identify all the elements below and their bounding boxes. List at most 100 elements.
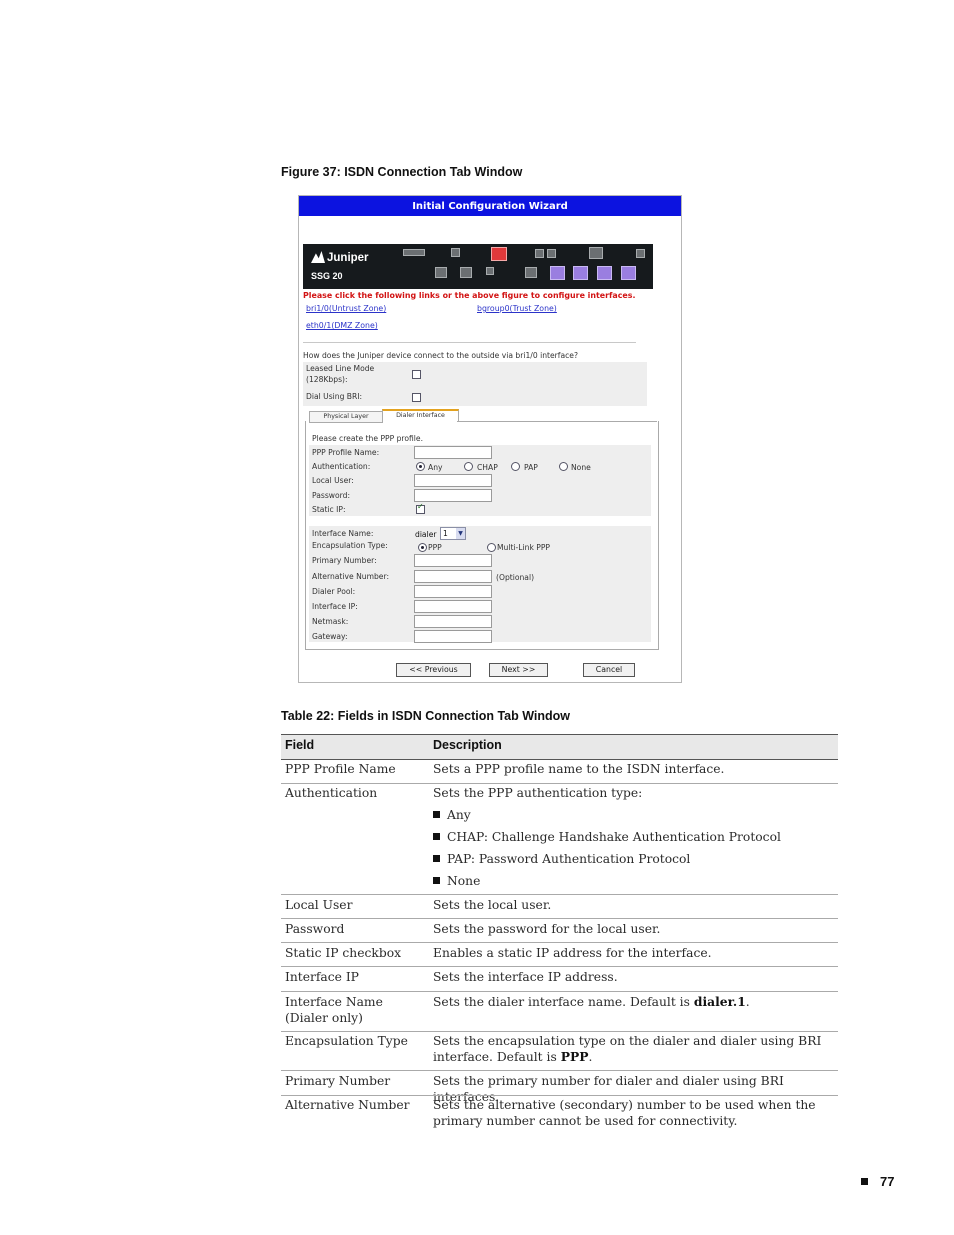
ppp-profile-name-input[interactable] <box>414 446 492 459</box>
wizard-title: Initial Configuration Wizard <box>299 196 681 216</box>
interface-ip-input[interactable] <box>414 600 492 613</box>
cancel-button[interactable]: Cancel <box>583 663 635 677</box>
leased-line-sublabel: (128Kbps): <box>306 375 348 384</box>
header-description: Description <box>433 738 502 752</box>
encap-ppp-radio[interactable] <box>418 543 427 552</box>
auth-none-label: None <box>571 463 591 472</box>
device-panel[interactable]: Juniper SSG 20 <box>303 244 653 289</box>
port-icon[interactable] <box>535 249 544 258</box>
port-icon[interactable] <box>589 247 603 259</box>
port-icon[interactable] <box>460 267 472 278</box>
interface-name-value: 1 <box>443 529 448 538</box>
eth-port-icon[interactable] <box>597 266 612 280</box>
link-bgroup-trust[interactable]: bgroup0(Trust Zone) <box>477 304 557 313</box>
eth-port-icon[interactable] <box>573 266 588 280</box>
row-field: Authentication <box>285 786 378 800</box>
auth-chap-radio[interactable] <box>464 462 473 471</box>
password-label: Password: <box>312 491 351 500</box>
desc-text: Sets the dialer interface name. Default … <box>433 995 694 1009</box>
row-field: Local User <box>285 898 353 912</box>
row-field: Alternative Number <box>285 1098 410 1112</box>
leased-line-label: Leased Line Mode <box>306 364 375 373</box>
interface-name-select[interactable]: 1 ▼ <box>440 527 466 540</box>
row-desc: Sets the local user. <box>433 898 552 912</box>
static-ip-label: Static IP: <box>312 505 346 514</box>
list-item: PAP: Password Authentication Protocol <box>433 851 690 867</box>
default-value: dialer.1 <box>693 994 746 1009</box>
row-field: Primary Number <box>285 1074 391 1088</box>
port-icon[interactable] <box>451 248 460 257</box>
row-field: PPP Profile Name <box>285 762 396 776</box>
bullet-text: Any <box>447 808 471 822</box>
row-rule <box>281 894 838 895</box>
alternative-number-input[interactable] <box>414 570 492 583</box>
primary-number-input[interactable] <box>414 554 492 567</box>
port-icon[interactable] <box>525 267 537 278</box>
authentication-label: Authentication: <box>312 462 371 471</box>
table-caption: Table 22: Fields in ISDN Connection Tab … <box>281 709 571 723</box>
eth-port-icon[interactable] <box>621 266 636 280</box>
port-icon[interactable] <box>547 249 556 258</box>
bullet-icon <box>433 833 440 840</box>
dial-bri-checkbox[interactable] <box>412 393 421 402</box>
encap-mlppp-label: Multi-Link PPP <box>497 543 551 552</box>
interface-name-label: Interface Name: <box>312 529 374 538</box>
row-desc: Sets the password for the local user. <box>433 922 661 936</box>
row-rule <box>281 942 838 943</box>
auth-any-radio[interactable] <box>416 462 425 471</box>
primary-number-label: Primary Number: <box>312 556 377 565</box>
row-field: Static IP checkbox <box>285 946 402 960</box>
gateway-label: Gateway: <box>312 632 348 641</box>
wizard-screenshot: Initial Configuration Wizard Juniper SSG… <box>298 195 682 683</box>
list-item: Any <box>433 807 471 823</box>
figure-caption: Figure 37: ISDN Connection Tab Window <box>281 165 523 179</box>
bullet-text: CHAP: Challenge Handshake Authentication… <box>447 830 781 844</box>
encap-ppp-label: PPP <box>428 543 442 552</box>
auth-none-radio[interactable] <box>559 462 568 471</box>
row-desc: Sets the PPP authentication type: <box>433 786 643 800</box>
status-led-icon <box>403 249 425 256</box>
next-button[interactable]: Next >> <box>489 663 548 677</box>
auth-pap-label: PAP <box>524 463 538 472</box>
bullet-icon <box>433 811 440 818</box>
ppp-profile-name-label: PPP Profile Name: <box>312 448 380 457</box>
bullet-text: PAP: Password Authentication Protocol <box>447 852 691 866</box>
previous-button[interactable]: << Previous <box>396 663 471 677</box>
row-rule <box>281 1031 838 1032</box>
link-eth-dmz[interactable]: eth0/1(DMZ Zone) <box>306 321 378 330</box>
juniper-logo: Juniper <box>311 251 369 264</box>
alternative-number-label: Alternative Number: <box>312 572 390 581</box>
netmask-input[interactable] <box>414 615 492 628</box>
desc-text-after: . <box>588 1050 593 1064</box>
auth-chap-label: CHAP <box>477 463 498 472</box>
port-icon[interactable] <box>486 267 494 275</box>
port-icon[interactable] <box>636 249 645 258</box>
bri-port-icon[interactable] <box>491 247 507 261</box>
row-desc: Sets the dialer interface name. Default … <box>433 994 833 1010</box>
default-value: PPP <box>560 1049 589 1064</box>
dialer-pool-input[interactable] <box>414 585 492 598</box>
row-rule <box>281 783 838 784</box>
leased-line-checkbox[interactable] <box>412 370 421 379</box>
bullet-icon <box>433 855 440 862</box>
gateway-input[interactable] <box>414 630 492 643</box>
divider <box>303 342 636 343</box>
page-marker-icon <box>861 1178 868 1185</box>
table-header-rule <box>281 759 838 760</box>
static-ip-checkbox[interactable] <box>416 502 425 514</box>
port-icon[interactable] <box>435 267 447 278</box>
ppp-intro: Please create the PPP profile. <box>312 434 424 443</box>
encap-mlppp-radio[interactable] <box>487 543 496 552</box>
local-user-input[interactable] <box>414 474 492 487</box>
row-desc: Sets the alternative (secondary) number … <box>433 1098 816 1128</box>
link-bri-untrust[interactable]: bri1/0(Untrust Zone) <box>306 304 386 313</box>
page-number: 77 <box>880 1174 895 1189</box>
optional-note: (Optional) <box>496 573 535 582</box>
password-input[interactable] <box>414 489 492 502</box>
auth-pap-radio[interactable] <box>511 462 520 471</box>
juniper-logo-icon <box>311 251 325 263</box>
eth-port-icon[interactable] <box>550 266 565 280</box>
interface-name-prefix: dialer <box>415 530 437 539</box>
dialer-pool-label: Dialer Pool: <box>312 587 356 596</box>
list-item: CHAP: Challenge Handshake Authentication… <box>433 829 781 845</box>
